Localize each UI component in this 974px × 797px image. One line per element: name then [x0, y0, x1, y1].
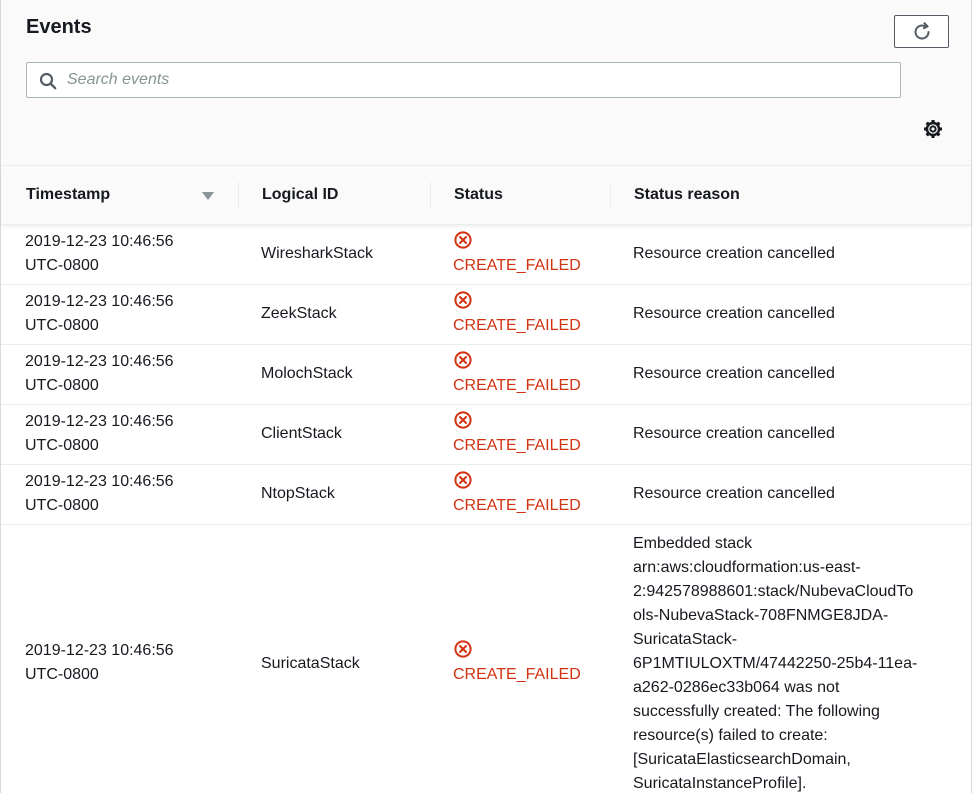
- error-circle-x-icon: [454, 471, 472, 489]
- error-circle-x-icon: [454, 411, 472, 429]
- events-panel: Events Search events Timestamp Logical I…: [0, 0, 972, 793]
- status-reason-line: ols-NubevaStack-708FNMGE8JDA-: [633, 607, 889, 624]
- timezone-value: UTC-0800: [25, 257, 99, 274]
- status-reason-line: resource(s) failed to create:: [633, 727, 828, 744]
- timestamp-cell: 2019-12-23 10:46:56 UTC-0800: [25, 230, 174, 278]
- logical-id-cell: NtopStack: [261, 485, 335, 502]
- refresh-icon: [914, 21, 929, 40]
- status-text: CREATE_FAILED: [453, 497, 581, 514]
- status-reason-line: arn:aws:cloudformation:us-east-: [633, 559, 861, 576]
- status-reason-line: SuricataStack-: [633, 631, 738, 648]
- timestamp-value: 2019-12-23 10:46:56: [25, 233, 174, 250]
- events-table-body: 2019-12-23 10:46:56 UTC-0800 WiresharkSt…: [1, 225, 971, 797]
- status-cell: CREATE_FAILED: [453, 350, 581, 398]
- error-circle-x-icon: [454, 351, 472, 369]
- column-header-logical-id[interactable]: Logical ID: [262, 166, 338, 224]
- page-title: Events: [26, 16, 92, 38]
- table-row: 2019-12-23 10:46:56 UTC-0800 SuricataSta…: [1, 525, 971, 797]
- table-row: 2019-12-23 10:46:56 UTC-0800 NtopStack C…: [1, 465, 971, 525]
- logical-id-cell: ClientStack: [261, 425, 342, 442]
- status-reason-cell: Resource creation cancelled: [633, 485, 835, 502]
- logical-id-cell: MolochStack: [261, 365, 353, 382]
- timezone-value: UTC-0800: [25, 497, 99, 514]
- table-row: 2019-12-23 10:46:56 UTC-0800 MolochStack…: [1, 345, 971, 405]
- search-icon: [39, 72, 57, 90]
- column-header-status-reason[interactable]: Status reason: [634, 166, 740, 224]
- status-reason-cell: Resource creation cancelled: [633, 245, 835, 262]
- timestamp-value: 2019-12-23 10:46:56: [25, 473, 174, 490]
- error-circle-x-icon: [454, 231, 472, 249]
- error-circle-x-icon: [454, 291, 472, 309]
- logical-id-cell: SuricataStack: [261, 655, 360, 672]
- search-input[interactable]: [67, 63, 887, 97]
- column-divider: [238, 182, 239, 208]
- status-cell: CREATE_FAILED: [453, 639, 581, 687]
- timezone-value: UTC-0800: [25, 437, 99, 454]
- status-reason-cell: Resource creation cancelled: [633, 365, 835, 382]
- timestamp-value: 2019-12-23 10:46:56: [25, 413, 174, 430]
- status-cell: CREATE_FAILED: [453, 470, 581, 518]
- table-header: Timestamp Logical ID Status Status reaso…: [1, 166, 971, 225]
- column-divider: [430, 182, 431, 208]
- timestamp-value: 2019-12-23 10:46:56: [25, 642, 174, 659]
- timezone-value: UTC-0800: [25, 666, 99, 683]
- table-row: 2019-12-23 10:46:56 UTC-0800 WiresharkSt…: [1, 225, 971, 285]
- search-box: [26, 62, 901, 98]
- timestamp-cell: 2019-12-23 10:46:56 UTC-0800: [25, 639, 174, 687]
- error-circle-x-icon: [454, 640, 472, 658]
- gear-icon[interactable]: [922, 118, 944, 140]
- status-reason-cell: Resource creation cancelled: [633, 305, 835, 322]
- status-reason-line: successfully created: The following: [633, 703, 880, 720]
- timestamp-value: 2019-12-23 10:46:56: [25, 293, 174, 310]
- status-text: CREATE_FAILED: [453, 666, 581, 683]
- status-reason-line: 2:942578988601:stack/NubevaCloudTo: [633, 583, 914, 600]
- logical-id-cell: ZeekStack: [261, 305, 337, 322]
- status-text: CREATE_FAILED: [453, 257, 581, 274]
- timestamp-cell: 2019-12-23 10:46:56 UTC-0800: [25, 410, 174, 458]
- status-reason-line: a262-0286ec33b064 was not: [633, 679, 840, 696]
- status-cell: CREATE_FAILED: [453, 410, 581, 458]
- status-reason-cell: Resource creation cancelled: [633, 425, 835, 442]
- column-divider: [610, 182, 611, 208]
- status-text: CREATE_FAILED: [453, 437, 581, 454]
- events-header: Events: [1, 0, 971, 166]
- refresh-button[interactable]: [894, 15, 949, 48]
- status-reason-line: [SuricataElasticsearchDomain,: [633, 751, 851, 768]
- timezone-value: UTC-0800: [25, 377, 99, 394]
- status-text: CREATE_FAILED: [453, 377, 581, 394]
- status-text: CREATE_FAILED: [453, 317, 581, 334]
- timestamp-cell: 2019-12-23 10:46:56 UTC-0800: [25, 350, 174, 398]
- status-reason-line: Embedded stack: [633, 535, 753, 552]
- table-row: 2019-12-23 10:46:56 UTC-0800 ClientStack…: [1, 405, 971, 465]
- timestamp-cell: 2019-12-23 10:46:56 UTC-0800: [25, 470, 174, 518]
- table-row: 2019-12-23 10:46:56 UTC-0800 ZeekStack C…: [1, 285, 971, 345]
- status-reason-line: SuricataInstanceProfile].: [633, 775, 807, 792]
- timestamp-value: 2019-12-23 10:46:56: [25, 353, 174, 370]
- column-header-status[interactable]: Status: [454, 166, 503, 224]
- status-cell: CREATE_FAILED: [453, 290, 581, 338]
- column-header-timestamp[interactable]: Timestamp: [26, 166, 110, 224]
- timestamp-cell: 2019-12-23 10:46:56 UTC-0800: [25, 290, 174, 338]
- status-reason-cell: Embedded stack arn:aws:cloudformation:us…: [633, 532, 948, 796]
- caret-down-icon[interactable]: [202, 192, 214, 200]
- logical-id-cell: WiresharkStack: [261, 245, 374, 262]
- timezone-value: UTC-0800: [25, 317, 99, 334]
- status-reason-line: 6P1MTIULOXTM/47442250-25b4-11ea-: [633, 655, 918, 672]
- status-cell: CREATE_FAILED: [453, 230, 581, 278]
